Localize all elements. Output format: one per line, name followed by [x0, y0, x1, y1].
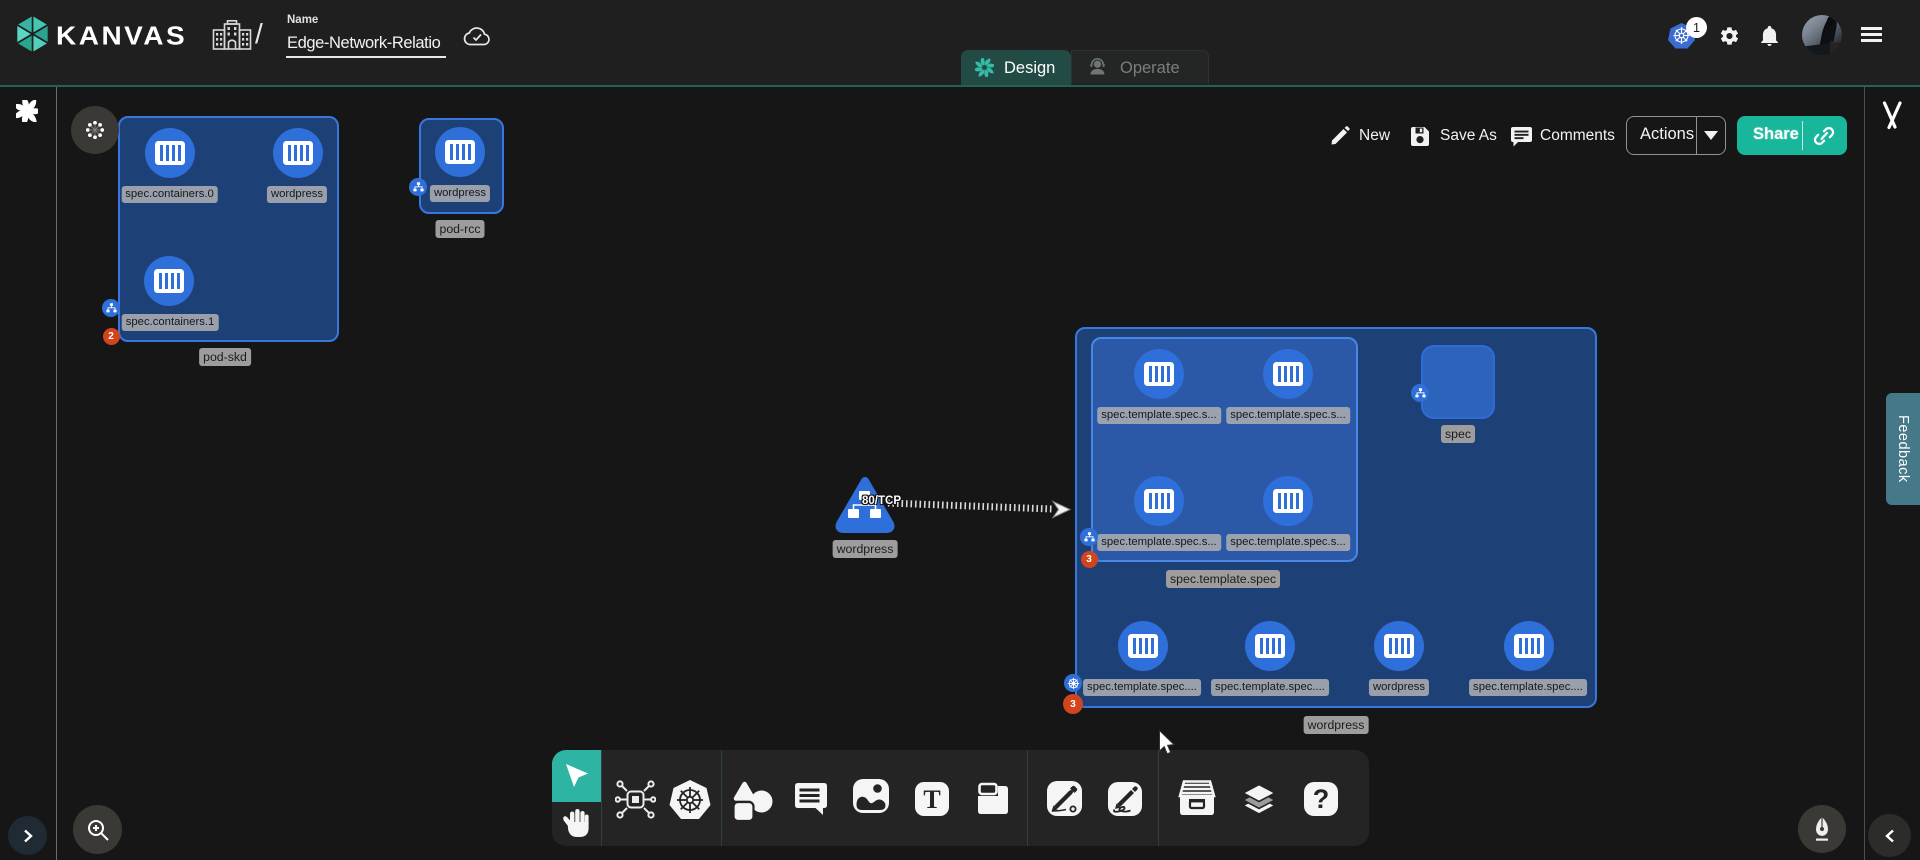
svg-text:?: ?	[1313, 784, 1330, 814]
svg-text:T: T	[923, 785, 940, 814]
